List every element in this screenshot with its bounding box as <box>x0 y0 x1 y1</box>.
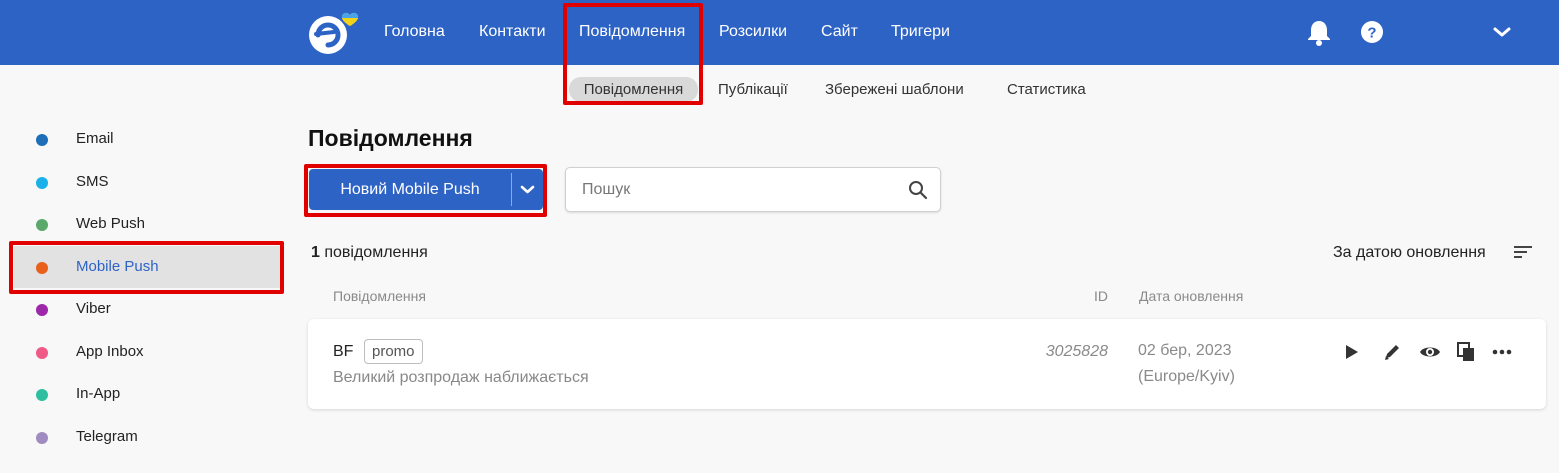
sort-label[interactable]: За датою оновлення <box>1333 243 1486 263</box>
nav-item-contacts[interactable]: Контакти <box>479 22 546 42</box>
sidebar-item-label: Web Push <box>76 215 145 232</box>
subnav-item-messages[interactable]: Повідомлення <box>569 77 698 102</box>
chevron-down-icon[interactable] <box>1489 18 1515 46</box>
subnav-item-saved-templates[interactable]: Збережені шаблони <box>825 80 964 100</box>
message-count: 1 повідомлення <box>311 243 428 263</box>
sidebar-item-label: Mobile Push <box>76 258 159 275</box>
message-count-text: повідомлення <box>319 244 428 261</box>
new-mobile-push-button-label[interactable]: Новий Mobile Push <box>309 169 511 210</box>
more-icon[interactable] <box>1491 341 1513 363</box>
message-timezone: (Europe/Kyiv) <box>1138 368 1235 385</box>
message-count-number: 1 <box>311 244 320 261</box>
sidebar-item-web-push[interactable]: Web Push <box>14 203 280 245</box>
column-header-date: Дата оновлення <box>1139 288 1244 304</box>
email-channel-dot <box>36 134 48 146</box>
sidebar-item-telegram[interactable]: Telegram <box>14 416 280 458</box>
page-title: Повідомлення <box>308 125 473 151</box>
nav-item-home[interactable]: Головна <box>384 22 445 42</box>
esputnik-logo[interactable] <box>306 10 366 56</box>
sidebar-item-label: Email <box>76 130 114 147</box>
sidebar-item-sms[interactable]: SMS <box>14 161 280 203</box>
search-icon[interactable] <box>908 180 928 200</box>
mobile-push-channel-dot <box>36 262 48 274</box>
sidebar-item-label: Telegram <box>76 428 138 445</box>
sidebar-item-label: Viber <box>76 300 111 317</box>
svg-text:?: ? <box>1367 25 1376 42</box>
subnav-item-statistics[interactable]: Статистика <box>1007 80 1086 100</box>
message-id: 3025828 <box>1045 343 1108 360</box>
message-updated-date: 02 бер, 2023 <box>1138 342 1232 359</box>
nav-item-site[interactable]: Сайт <box>821 22 858 42</box>
nav-item-triggers[interactable]: Тригери <box>891 22 950 42</box>
sidebar-item-label: App Inbox <box>76 343 144 360</box>
nav-item-messages[interactable]: Повідомлення <box>579 22 685 42</box>
bell-icon[interactable] <box>1306 18 1332 46</box>
sidebar-item-in-app[interactable]: In-App <box>14 373 280 415</box>
sms-channel-dot <box>36 177 48 189</box>
play-icon[interactable] <box>1340 341 1362 363</box>
sidebar-item-label: SMS <box>76 173 109 190</box>
sidebar-item-label: In-App <box>76 385 121 402</box>
subnav-item-publications[interactable]: Публікації <box>718 80 788 100</box>
column-header-message: Повідомлення <box>333 288 426 304</box>
viber-channel-dot <box>36 304 48 316</box>
telegram-channel-dot <box>36 432 48 444</box>
in-app-channel-dot <box>36 389 48 401</box>
search-input[interactable] <box>582 178 892 202</box>
message-name[interactable]: BF <box>333 342 353 362</box>
column-header-id: ID <box>1094 288 1108 304</box>
chevron-down-icon[interactable] <box>512 169 543 210</box>
sidebar-item-viber[interactable]: Viber <box>14 288 280 330</box>
new-mobile-push-button[interactable]: Новий Mobile Push <box>309 169 543 210</box>
sidebar-item-app-inbox[interactable]: App Inbox <box>14 331 280 373</box>
nav-item-campaigns[interactable]: Розсилки <box>719 22 787 42</box>
help-icon[interactable]: ? <box>1359 18 1385 46</box>
edit-icon[interactable] <box>1381 341 1403 363</box>
web-push-channel-dot <box>36 219 48 231</box>
sidebar-item-mobile-push[interactable]: Mobile Push <box>14 246 280 288</box>
message-subtitle: Великий розпродаж наближається <box>333 369 589 386</box>
sort-icon[interactable] <box>1514 244 1532 260</box>
top-navigation-bar: Головна Контакти Повідомлення Розсилки С… <box>0 0 1559 65</box>
message-tag: promo <box>364 339 423 364</box>
sidebar-item-email[interactable]: Email <box>14 118 280 160</box>
copy-icon[interactable] <box>1455 341 1477 363</box>
app-inbox-channel-dot <box>36 347 48 359</box>
preview-icon[interactable] <box>1419 341 1441 363</box>
table-row[interactable]: BF promo Великий розпродаж наближається … <box>308 319 1546 409</box>
search-box <box>565 167 941 212</box>
